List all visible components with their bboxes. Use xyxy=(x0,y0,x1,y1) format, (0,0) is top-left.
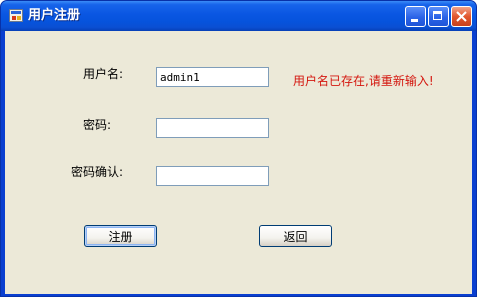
window-title: 用户注册 xyxy=(28,8,81,23)
register-button[interactable]: 注册 xyxy=(84,225,157,247)
app-icon xyxy=(9,9,23,22)
title-bar[interactable]: 用户注册 xyxy=(1,1,476,31)
password-label: 密码: xyxy=(83,118,112,132)
back-button[interactable]: 返回 xyxy=(259,225,332,247)
minimize-icon xyxy=(411,19,418,22)
username-label: 用户名: xyxy=(83,67,124,81)
close-button[interactable] xyxy=(451,6,472,27)
username-input[interactable] xyxy=(156,67,269,87)
maximize-icon xyxy=(433,11,442,20)
registration-window: 用户注册 用户名: 用户名已存在,请重新输入! 密码: 密码确认: 注册 返回 xyxy=(0,0,477,297)
form-area: 用户名: 用户名已存在,请重新输入! 密码: 密码确认: 注册 返回 xyxy=(5,31,472,294)
confirm-password-label: 密码确认: xyxy=(71,165,124,179)
minimize-button[interactable] xyxy=(405,6,426,27)
error-message: 用户名已存在,请重新输入! xyxy=(293,74,434,88)
maximize-button[interactable] xyxy=(428,6,449,27)
password-input[interactable] xyxy=(156,118,269,138)
close-icon xyxy=(456,11,467,22)
confirm-password-input[interactable] xyxy=(156,166,269,186)
